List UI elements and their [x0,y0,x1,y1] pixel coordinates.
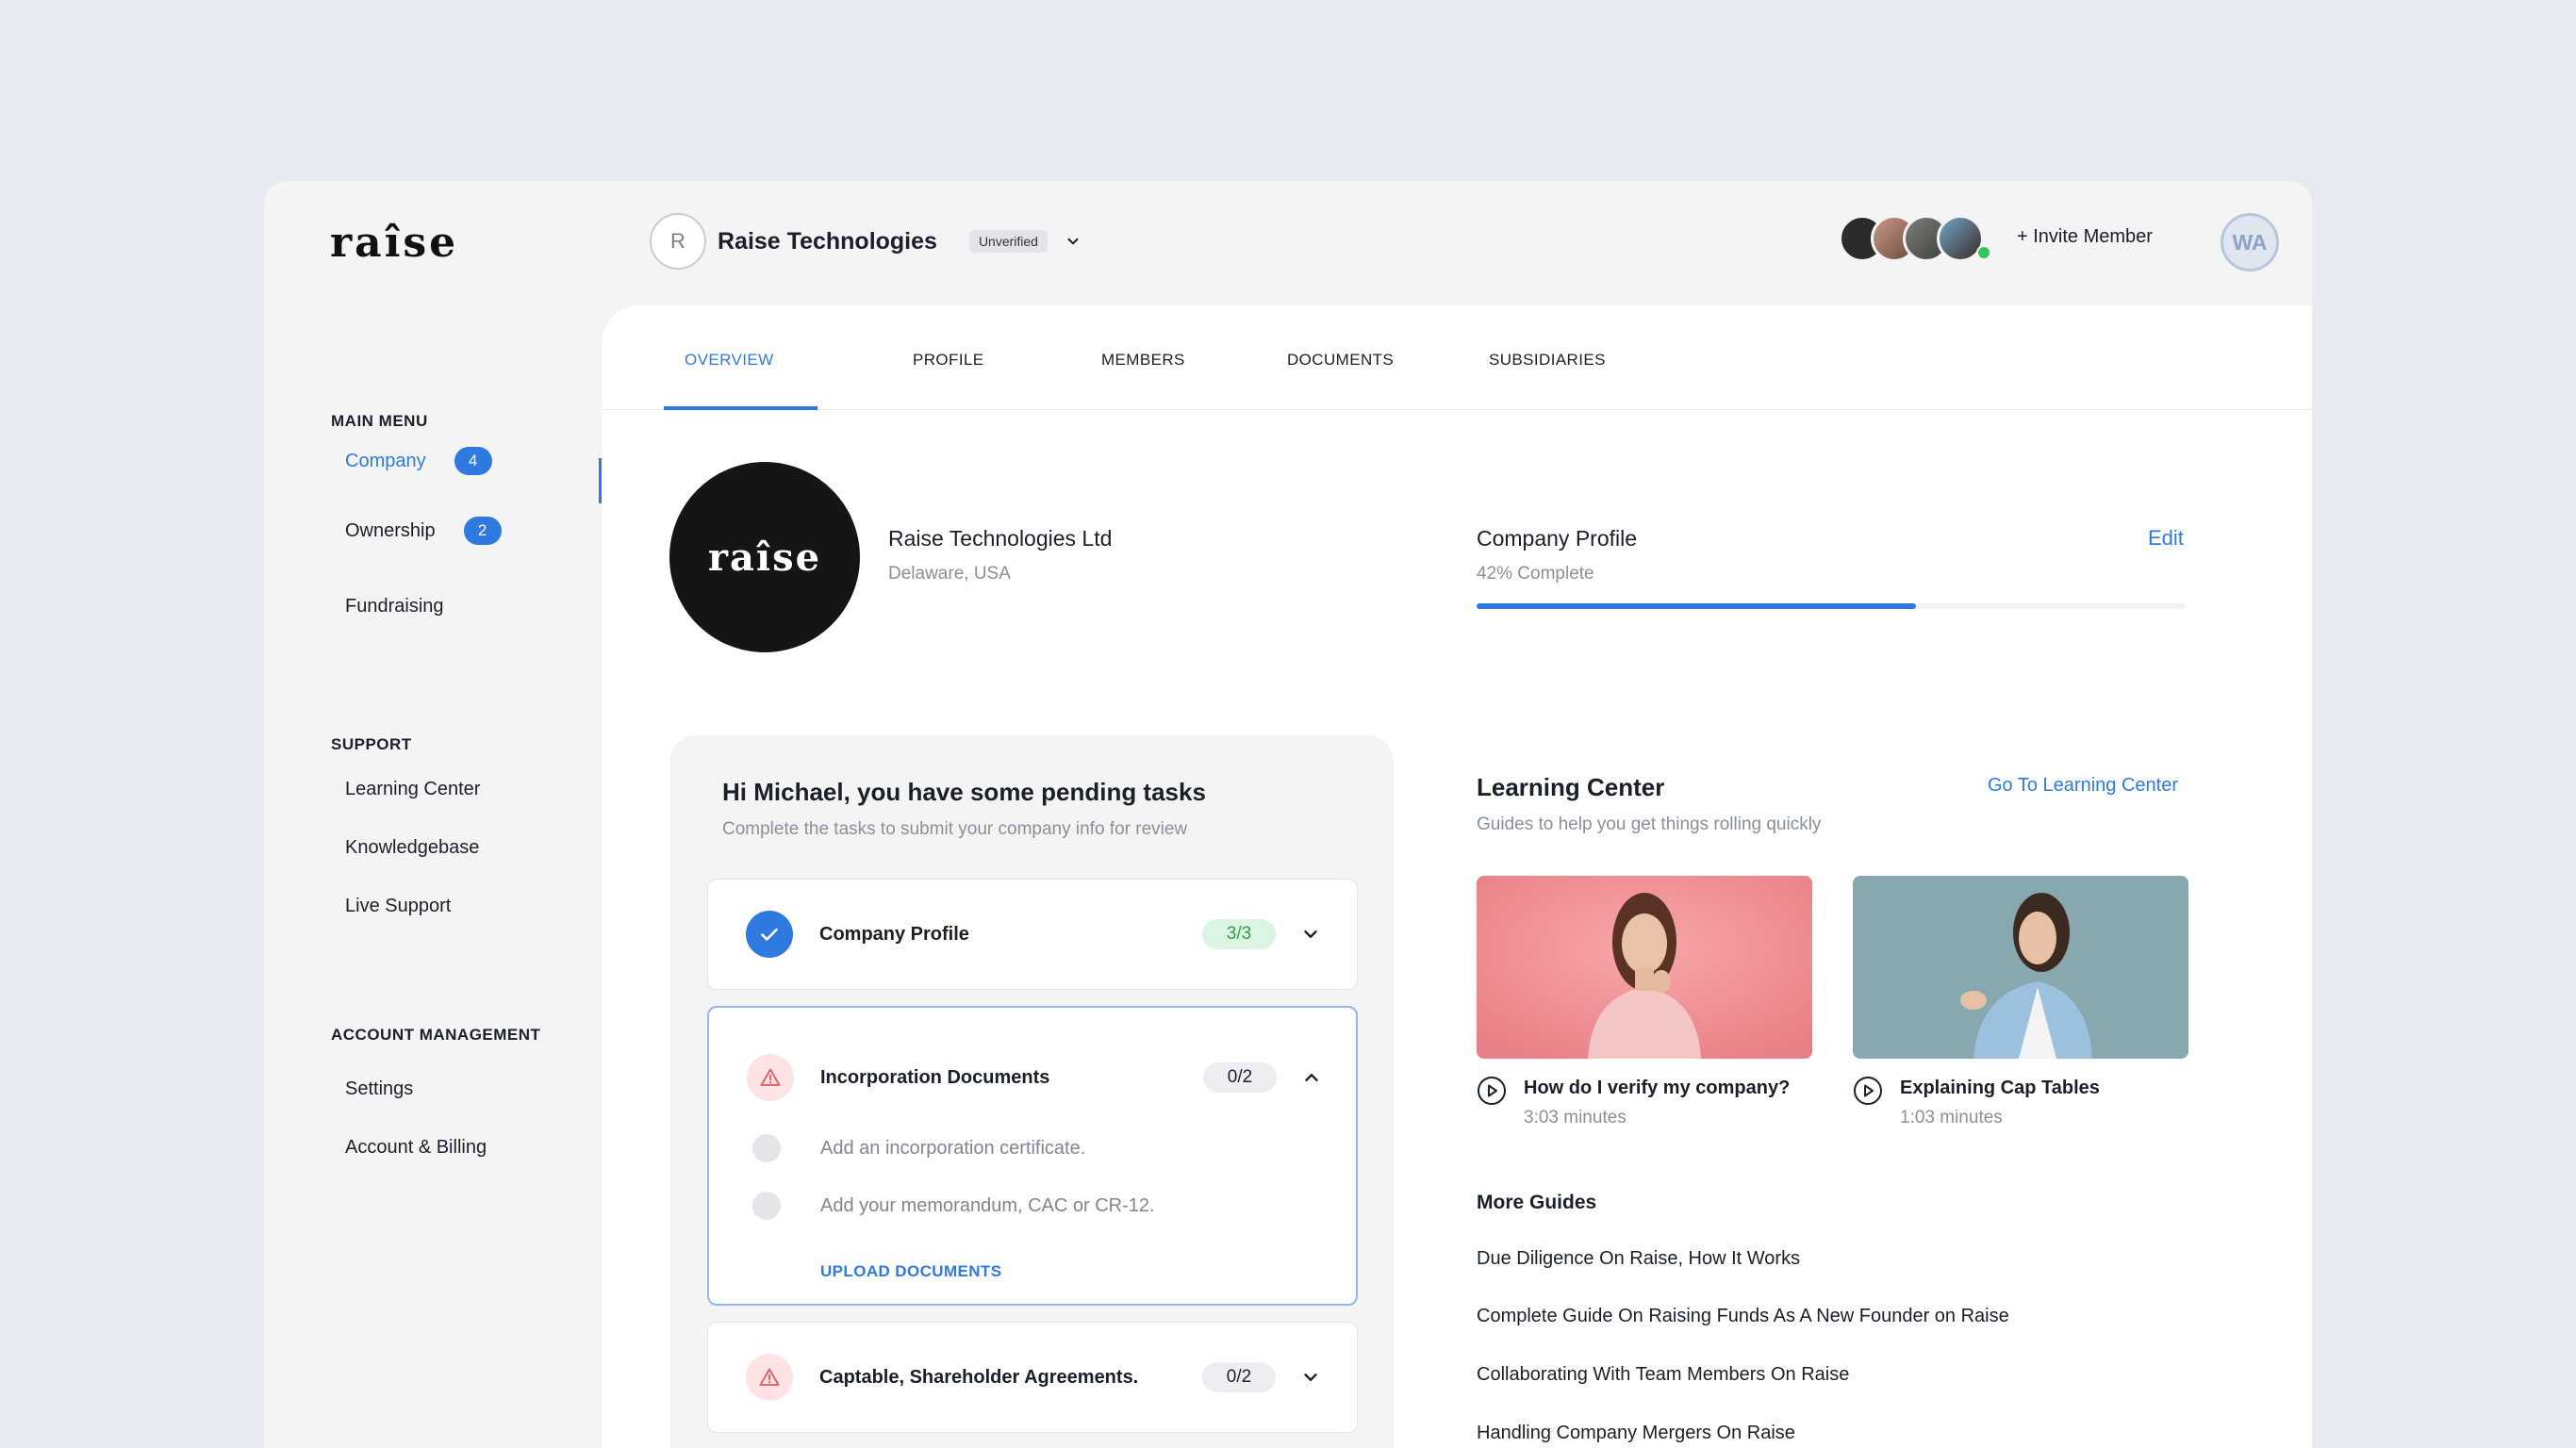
tab-subsidiaries[interactable]: SUBSIDIARIES [1489,351,1606,370]
sidebar-item-settings[interactable]: Settings [345,1078,413,1100]
play-icon[interactable] [1477,1076,1507,1106]
count-badge: 2 [463,517,502,545]
task-name: Company Profile [819,923,969,945]
radio-icon [752,1134,781,1162]
account-management-heading: ACCOUNT MANAGEMENT [331,1026,541,1044]
subtask-text: Add an incorporation certificate. [820,1137,1086,1159]
play-icon[interactable] [1853,1076,1883,1106]
task-incorporation-documents[interactable]: Incorporation Documents 0/2 Add an incor… [707,1006,1358,1306]
count-badge: 4 [454,447,492,475]
company-legal-name: Raise Technologies Ltd [888,526,1113,551]
chevron-down-icon[interactable] [1065,233,1082,250]
tasks-subtitle: Complete the tasks to submit your compan… [722,819,1188,839]
video-thumbnail [1477,876,1812,1059]
profile-progress-title: Company Profile [1477,526,1638,551]
video-title: Explaining Cap Tables [1900,1078,2100,1098]
subtask-memorandum[interactable]: Add your memorandum, CAC or CR-12. [752,1192,1155,1220]
task-name: Captable, Shareholder Agreements. [819,1366,1139,1388]
tab-overview[interactable]: OVERVIEW [685,351,774,370]
tasks-title: Hi Michael, you have some pending tasks [722,778,1206,806]
company-location: Delaware, USA [888,564,1011,584]
company-name: Raise Technologies [718,227,937,255]
sidebar-item-fundraising[interactable]: Fundraising [345,596,444,617]
sidebar-item-label: Live Support [345,896,452,916]
profile-progress-bar [1477,603,2186,609]
chevron-down-icon[interactable] [1300,924,1321,945]
sidebar-item-label: Company [345,450,426,471]
video-card[interactable]: How do I verify my company? 3:03 minutes [1477,876,1812,1127]
guide-link[interactable]: Handling Company Mergers On Raise [1477,1423,1795,1444]
tab-profile[interactable]: PROFILE [913,351,984,370]
tab-bar: OVERVIEW PROFILE MEMBERS DOCUMENTS SUBSI… [602,305,2312,410]
company-switcher[interactable]: R Raise Technologies Unverified [650,213,1082,270]
warning-icon [747,1054,794,1101]
guide-link[interactable]: Complete Guide On Raising Funds As A New… [1477,1306,2009,1327]
company-logo: raîse [669,462,860,652]
sidebar-item-label: Knowledgebase [345,837,480,858]
task-captable-agreements[interactable]: Captable, Shareholder Agreements. 0/2 [707,1322,1358,1433]
chevron-down-icon[interactable] [1300,1367,1321,1388]
task-count-badge: 3/3 [1202,919,1276,949]
profile-progress-fill [1477,603,1917,609]
team-member-avatars[interactable] [1839,215,1999,264]
sidebar-item-label: Fundraising [345,596,444,617]
video-card[interactable]: Explaining Cap Tables 1:03 minutes [1853,876,2188,1127]
radio-icon [752,1192,781,1220]
raise-logo[interactable]: raîse [330,219,458,267]
subtask-text: Add your memorandum, CAC or CR-12. [820,1194,1155,1216]
support-heading: SUPPORT [331,735,412,753]
sidebar-item-ownership[interactable]: Ownership 2 [345,517,502,545]
warning-icon [746,1354,793,1401]
pending-tasks-panel: Hi Michael, you have some pending tasks … [669,735,1394,1448]
sidebar-item-account-billing[interactable]: Account & Billing [345,1137,487,1159]
more-guides-title: More Guides [1477,1192,1597,1213]
tab-documents[interactable]: DOCUMENTS [1287,351,1394,370]
task-count-badge: 0/2 [1203,1062,1277,1093]
guide-link[interactable]: Collaborating With Team Members On Raise [1477,1364,1849,1386]
sidebar-item-label: Learning Center [345,779,481,799]
subtask-incorporation-certificate[interactable]: Add an incorporation certificate. [752,1134,1085,1162]
sidebar-item-label: Ownership [345,519,436,541]
sidebar-item-label: Settings [345,1078,414,1099]
user-avatar[interactable]: WA [2221,213,2279,272]
learning-center-subtitle: Guides to help you get things rolling qu… [1477,814,1822,834]
chevron-up-icon[interactable] [1301,1067,1322,1088]
main-panel: OVERVIEW PROFILE MEMBERS DOCUMENTS SUBSI… [602,305,2312,1448]
video-duration: 1:03 minutes [1900,1108,2003,1127]
learning-center-title: Learning Center [1477,773,1665,801]
video-title: How do I verify my company? [1524,1078,1791,1098]
task-count-badge: 0/2 [1202,1362,1276,1392]
video-thumbnail [1853,876,2188,1059]
check-icon [746,911,793,958]
task-company-profile[interactable]: Company Profile 3/3 [707,879,1358,990]
task-name: Incorporation Documents [820,1066,1050,1088]
main-menu-heading: MAIN MENU [331,412,428,430]
guide-link[interactable]: Due Diligence On Raise, How It Works [1477,1248,1800,1270]
company-avatar: R [650,213,706,270]
video-duration: 3:03 minutes [1524,1108,1627,1127]
profile-progress-label: 42% Complete [1477,564,1594,584]
invite-member-button[interactable]: + Invite Member [2017,226,2153,248]
app-window: raîse MAIN MENU Company 4 Ownership 2 Fu… [264,181,2312,1448]
tab-members[interactable]: MEMBERS [1101,351,1185,370]
sidebar-item-knowledgebase[interactable]: Knowledgebase [345,837,479,859]
active-tab-indicator [664,406,817,410]
go-to-learning-center-link[interactable]: Go To Learning Center [1988,775,2178,797]
online-status-icon [1976,245,1991,260]
sidebar-item-learning-center[interactable]: Learning Center [345,779,480,800]
upload-documents-button[interactable]: UPLOAD DOCUMENTS [820,1262,1001,1281]
sidebar-item-label: Account & Billing [345,1137,487,1158]
sidebar-item-company[interactable]: Company 4 [345,447,492,475]
status-badge: Unverified [968,230,1048,253]
sidebar-item-live-support[interactable]: Live Support [345,896,451,917]
edit-profile-link[interactable]: Edit [2148,526,2184,551]
